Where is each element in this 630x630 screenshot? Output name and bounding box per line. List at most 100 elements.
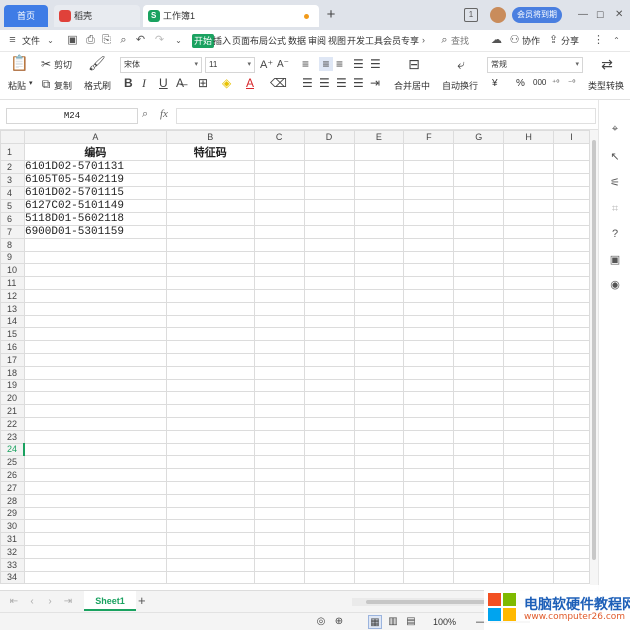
cell[interactable]	[453, 570, 505, 585]
cell[interactable]	[403, 340, 455, 354]
cell[interactable]	[553, 288, 590, 303]
cell[interactable]	[503, 570, 555, 585]
row-header[interactable]: 27	[0, 480, 25, 495]
cell[interactable]	[553, 142, 590, 161]
cell[interactable]	[453, 340, 505, 354]
distribute-icon[interactable]: ☰	[370, 57, 381, 71]
percent-button[interactable]: %	[516, 78, 525, 89]
italic-icon[interactable]: I	[142, 76, 146, 90]
cell[interactable]	[253, 211, 305, 226]
cell[interactable]	[403, 172, 455, 187]
cell[interactable]	[453, 480, 505, 495]
cell[interactable]	[253, 455, 305, 470]
cell[interactable]	[165, 301, 255, 316]
cell[interactable]	[253, 468, 305, 482]
cell[interactable]	[553, 404, 590, 418]
cell[interactable]	[503, 314, 555, 329]
cell[interactable]	[353, 570, 405, 585]
cell[interactable]	[165, 276, 255, 290]
cell[interactable]: 6900D01-5301159	[23, 224, 167, 239]
cell[interactable]	[253, 159, 305, 174]
row-header[interactable]: 8	[0, 237, 25, 252]
cell[interactable]	[553, 263, 590, 278]
cell[interactable]	[453, 276, 505, 290]
cell[interactable]	[303, 263, 355, 278]
cell[interactable]	[23, 378, 167, 393]
cell[interactable]	[165, 493, 255, 508]
cell[interactable]: 6101D02-5701115	[23, 185, 167, 200]
cell[interactable]	[403, 404, 455, 418]
cell[interactable]	[553, 250, 590, 265]
increase-font-icon[interactable]: A⁺	[260, 58, 273, 72]
cell[interactable]	[253, 532, 305, 546]
number-format-select[interactable]: 常规 ▾	[487, 57, 583, 73]
cell[interactable]	[403, 442, 455, 457]
scroll-thumb[interactable]	[592, 140, 596, 560]
cell[interactable]	[453, 404, 505, 418]
cell[interactable]	[165, 340, 255, 354]
cell[interactable]	[253, 365, 305, 380]
cell[interactable]	[253, 506, 305, 521]
cell[interactable]	[403, 211, 455, 226]
cell[interactable]	[253, 519, 305, 534]
cell[interactable]	[23, 250, 167, 265]
cell[interactable]	[503, 250, 555, 265]
normal-view-icon[interactable]: ▦	[368, 615, 382, 629]
cell[interactable]	[303, 224, 355, 239]
cell[interactable]	[553, 570, 590, 585]
crosshair-icon[interactable]: ⊕	[332, 615, 346, 629]
format-painter-button[interactable]: 格式刷	[84, 79, 111, 92]
cell[interactable]	[303, 429, 355, 444]
cell[interactable]	[453, 314, 505, 329]
currency-button[interactable]: ¥	[492, 78, 498, 89]
cell[interactable]	[453, 532, 505, 546]
cell[interactable]	[23, 570, 167, 585]
name-box[interactable]: M24	[6, 108, 138, 124]
wrap-lines-icon[interactable]: ☰	[353, 57, 364, 71]
cell[interactable]	[503, 327, 555, 342]
eye-protection-icon[interactable]: ◎	[314, 615, 328, 629]
select-cursor-icon[interactable]: ↖	[608, 150, 622, 164]
menu-start[interactable]: 开始	[192, 34, 215, 48]
cell[interactable]	[453, 198, 505, 213]
cell[interactable]	[165, 544, 255, 559]
cell[interactable]	[453, 442, 505, 457]
column-header[interactable]: A	[23, 130, 167, 144]
cell[interactable]	[503, 468, 555, 482]
menu-developer[interactable]: 开发工具	[347, 34, 383, 48]
cell[interactable]	[253, 378, 305, 393]
cell[interactable]	[403, 455, 455, 470]
cell[interactable]	[23, 480, 167, 495]
cell[interactable]	[553, 237, 590, 252]
cell[interactable]	[503, 301, 555, 316]
cell[interactable]	[403, 480, 455, 495]
cell[interactable]	[253, 442, 305, 457]
cell[interactable]	[165, 352, 255, 367]
cell[interactable]: 6127C02-5101149	[23, 198, 167, 213]
cell[interactable]	[253, 172, 305, 187]
cell[interactable]	[23, 544, 167, 559]
cell[interactable]	[253, 352, 305, 367]
cell[interactable]	[23, 429, 167, 444]
cell[interactable]	[453, 557, 505, 572]
maximize-icon[interactable]: ☐	[596, 7, 604, 23]
image-icon[interactable]: ▣	[608, 253, 622, 267]
cell[interactable]	[453, 365, 505, 380]
cell[interactable]	[23, 340, 167, 354]
cell[interactable]	[553, 532, 590, 546]
column-header[interactable]: D	[303, 130, 355, 144]
menu-formula[interactable]: 公式	[268, 34, 286, 48]
avatar[interactable]	[490, 7, 506, 23]
cell[interactable]	[353, 416, 405, 431]
pin-icon[interactable]: ⌖	[608, 122, 622, 136]
cell[interactable]	[303, 519, 355, 534]
cell[interactable]	[303, 532, 355, 546]
cell[interactable]	[353, 442, 405, 457]
cell[interactable]	[503, 532, 555, 546]
column-header[interactable]: C	[253, 130, 305, 144]
row-header[interactable]: 12	[0, 288, 25, 303]
clear-format-icon[interactable]: ⌫	[270, 76, 287, 90]
cell[interactable]	[253, 327, 305, 342]
cell[interactable]	[553, 544, 590, 559]
paste-icon[interactable]: 📋	[10, 56, 29, 75]
